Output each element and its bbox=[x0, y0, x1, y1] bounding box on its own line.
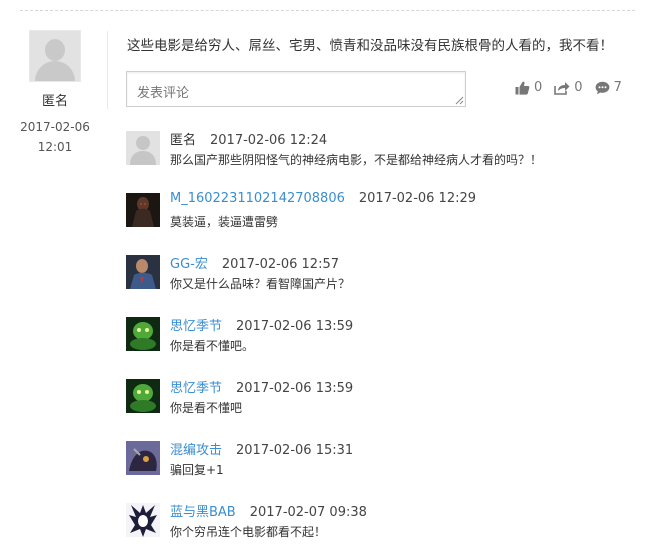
comment-count: 7 bbox=[613, 80, 622, 95]
reply-author[interactable]: 匿名 bbox=[170, 133, 196, 148]
like-count: 0 bbox=[534, 80, 543, 95]
reply-author[interactable]: 混编攻击 bbox=[170, 443, 222, 458]
share-button[interactable]: 0 bbox=[554, 80, 583, 95]
reply-time: 2017-02-06 13:59 bbox=[236, 381, 354, 396]
reply-time: 2017-02-06 15:31 bbox=[236, 443, 354, 458]
reply-text: 你又是什么品味？看智障国产片？ bbox=[170, 277, 351, 291]
reply-author[interactable]: M_1602231102142708806 bbox=[170, 191, 345, 206]
reply-item: M_1602231102142708806 2017-02-06 12:29 莫装… bbox=[126, 191, 636, 233]
like-button[interactable]: 0 bbox=[515, 80, 542, 95]
reply-item: GG-宏 2017-02-06 12:57 你又是什么品味？看智障国产片？ bbox=[126, 255, 636, 295]
reply-text: 你是看不懂吧。 bbox=[170, 339, 255, 353]
reply-text: 你个穷吊连个电影都看不起！ bbox=[170, 525, 327, 539]
anime-avatar[interactable] bbox=[126, 503, 160, 537]
dark-figure-avatar[interactable] bbox=[126, 193, 160, 227]
reply-time: 2017-02-06 12:24 bbox=[210, 133, 328, 148]
reply-item: 思忆季节 2017-02-06 13:59 你是看不懂吧 bbox=[126, 379, 636, 419]
reply-time: 2017-02-07 09:38 bbox=[249, 505, 367, 520]
comment-text: 这些电影是给穷人、屌丝、宅男、愤青和没品味没有民族根骨的人看的，我不看！ bbox=[127, 38, 613, 54]
reply-input[interactable] bbox=[126, 71, 466, 107]
author-avatar[interactable] bbox=[29, 30, 81, 82]
reply-text: 你是看不懂吧 bbox=[170, 401, 243, 415]
reply-text: 莫装逼，装逼遭雷劈 bbox=[170, 215, 279, 229]
comment-actions: 0 0 7 bbox=[515, 80, 622, 95]
speech-bubble-icon bbox=[595, 81, 609, 94]
resize-grip-icon[interactable] bbox=[454, 95, 464, 105]
purple-creature-avatar[interactable] bbox=[126, 441, 160, 475]
reply-author[interactable]: GG-宏 bbox=[170, 257, 208, 272]
reply-text: 骗回复+1 bbox=[170, 463, 224, 477]
share-icon bbox=[554, 81, 570, 95]
reply-time: 2017-02-06 12:57 bbox=[221, 257, 339, 272]
comment-button[interactable]: 7 bbox=[595, 80, 622, 95]
green-creature-avatar[interactable] bbox=[126, 317, 160, 351]
reply-item: 混编攻击 2017-02-06 15:31 骗回复+1 bbox=[126, 441, 636, 481]
comment-author: 匿名 2017-02-06 12:01 bbox=[14, 30, 96, 157]
reply-item: 思忆季节 2017-02-06 13:59 你是看不懂吧。 bbox=[126, 317, 636, 357]
reply-author[interactable]: 思忆季节 bbox=[170, 381, 222, 396]
comment-time: 2017-02-06 12:01 bbox=[20, 120, 90, 154]
hero-avatar[interactable] bbox=[126, 255, 160, 289]
share-count: 0 bbox=[574, 80, 583, 95]
reply-item: 蓝与黑BAB 2017-02-07 09:38 你个穷吊连个电影都看不起！ bbox=[126, 503, 636, 543]
reply-author[interactable]: 思忆季节 bbox=[170, 319, 222, 334]
top-divider bbox=[20, 10, 635, 11]
reply-text: 那么国产那些阴阳怪气的神经病电影，不是都给神经病人才看的吗？！ bbox=[170, 153, 543, 167]
reply-time: 2017-02-06 13:59 bbox=[236, 319, 354, 334]
default-avatar[interactable] bbox=[126, 131, 160, 165]
reply-item: 匿名 2017-02-06 12:24 那么国产那些阴阳怪气的神经病电影，不是都给… bbox=[126, 131, 636, 171]
vertical-divider bbox=[107, 31, 108, 109]
reply-time: 2017-02-06 12:29 bbox=[358, 191, 477, 206]
thumbs-up-icon bbox=[515, 81, 530, 95]
reply-author[interactable]: 蓝与黑BAB bbox=[170, 505, 236, 520]
green-creature-avatar[interactable] bbox=[126, 379, 160, 413]
author-name[interactable]: 匿名 bbox=[14, 90, 96, 109]
